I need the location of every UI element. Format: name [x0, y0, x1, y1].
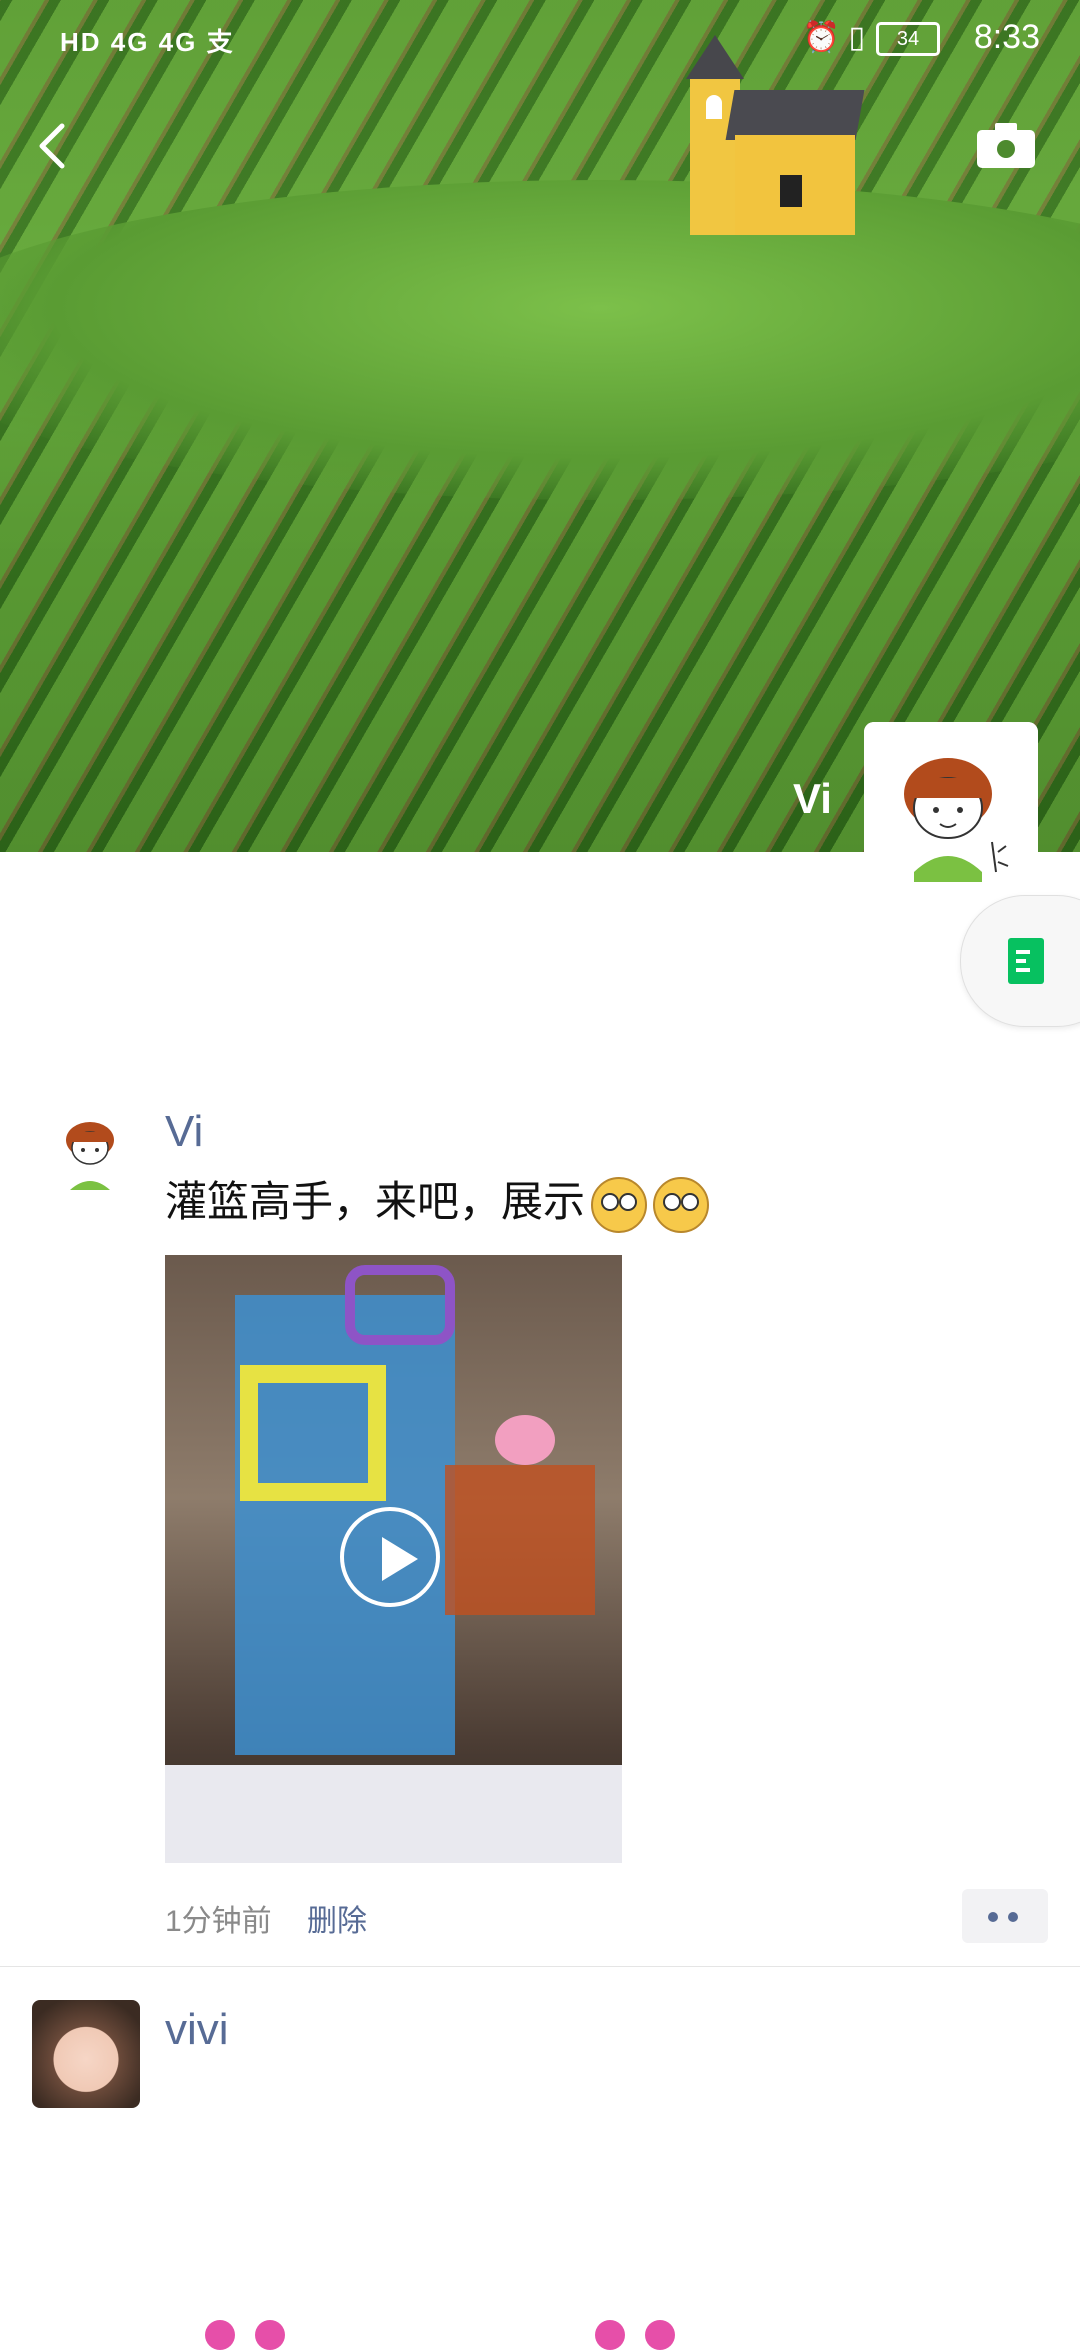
post-timestamp: 1分钟前: [165, 1905, 272, 1938]
video-thumbnail[interactable]: [165, 1255, 622, 1863]
battery-indicator: 34: [876, 22, 940, 56]
divider: [0, 1966, 1080, 1967]
document-icon: [1008, 938, 1044, 984]
post-author-avatar[interactable]: [48, 1110, 138, 1200]
emoji-icon: [591, 1176, 648, 1233]
post-author-name[interactable]: Vi: [165, 1107, 203, 1157]
post-image-partial: [195, 2320, 715, 2350]
cartoon-avatar-icon: [864, 722, 1038, 896]
clock: 8:33: [973, 18, 1040, 56]
cartoon-avatar-icon: [48, 1110, 138, 1200]
back-button[interactable]: [30, 118, 80, 174]
post-author-avatar[interactable]: [32, 2000, 140, 2108]
camera-button[interactable]: [975, 120, 1037, 170]
status-bar: HD 4G 4G 支 ⏰ ▯ 34 8:33: [0, 0, 1080, 80]
delete-link[interactable]: 删除: [307, 1896, 367, 1940]
post-text-content: 灌篮高手，来吧，展示: [165, 1178, 586, 1225]
floating-shortcut-button[interactable]: [960, 895, 1080, 1027]
more-options-button[interactable]: [962, 1889, 1048, 1943]
camera-icon: [977, 123, 1035, 168]
network-indicators: HD 4G 4G 支: [60, 27, 235, 57]
profile-name: Vi: [793, 775, 832, 822]
post-text: 灌篮高手，来吧，展示: [165, 1168, 710, 1233]
hill: [0, 180, 1080, 500]
chevron-left-icon: [39, 123, 65, 169]
emoji-icon: [653, 1176, 710, 1233]
alarm-vibrate-icons: ⏰ ▯: [802, 21, 865, 54]
post-author-name[interactable]: vivi: [165, 2005, 229, 2055]
play-icon[interactable]: [340, 1507, 440, 1607]
profile-avatar[interactable]: [864, 722, 1038, 896]
